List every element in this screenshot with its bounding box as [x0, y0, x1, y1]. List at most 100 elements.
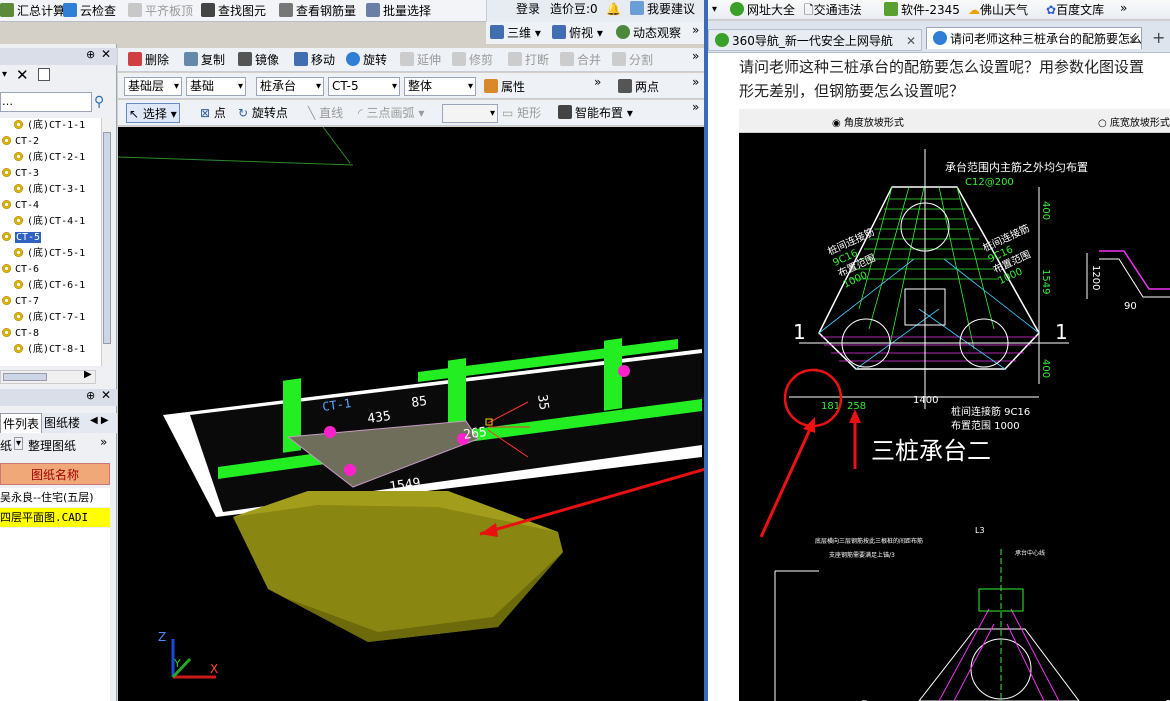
cad-image: ◉ 角度放坡形式 ○ 底宽放坡形式 承台范围内主筋之外均匀布置 C12@200	[739, 109, 1170, 701]
fav-item[interactable]: 网址大全	[730, 0, 795, 20]
login-link[interactable]: 登录	[516, 0, 540, 19]
smart-layout-button[interactable]: 智能布置 ▾	[558, 103, 633, 123]
bell-icon[interactable]: 🔔	[606, 0, 621, 19]
element-select[interactable]: CT-5	[328, 77, 400, 96]
tree-scroll-thumb[interactable]	[103, 132, 111, 344]
summary-icon	[0, 3, 14, 17]
merge-button[interactable]: 合并	[560, 50, 601, 70]
more-chevron-icon[interactable]: »	[692, 97, 699, 117]
more-icon[interactable]: »	[100, 435, 107, 449]
copy-icon[interactable]	[38, 68, 50, 81]
cloud-check-button[interactable]: 云检查	[63, 1, 116, 21]
fav-item[interactable]: ☁佛山天气	[968, 0, 1028, 20]
tree-item[interactable]: (底)CT-5-1	[0, 246, 110, 262]
batch-select-button[interactable]: 批量选择	[366, 1, 431, 21]
copy-button[interactable]: 复制	[184, 50, 225, 70]
arc-button[interactable]: ◜ 三点画弧 ▾	[358, 103, 424, 123]
tree-scrollbar[interactable]	[101, 118, 112, 366]
delete-icon[interactable]: ✕	[16, 66, 29, 84]
tree-item[interactable]: CT-8	[0, 326, 110, 342]
tab-drawing-floor[interactable]: 图纸楼	[42, 413, 82, 433]
tab-close-icon[interactable]: ✕	[1128, 33, 1138, 47]
more-chevron-icon[interactable]: »	[692, 20, 699, 40]
fav-item[interactable]: 软件-2345	[884, 0, 960, 20]
tree-search-input[interactable]: …	[0, 92, 92, 112]
panel-close-icon[interactable]: ✕	[101, 47, 111, 61]
rotate-point-button[interactable]: ↻ 旋转点	[238, 103, 288, 123]
tree-item[interactable]: (底)CT-2-1	[0, 150, 110, 166]
tab-element-list[interactable]: 件列表	[0, 413, 43, 433]
section-mark-right: 1	[1055, 320, 1068, 344]
paper-button[interactable]: 纸	[0, 437, 12, 454]
tab-close-icon[interactable]: ✕	[906, 34, 916, 48]
find-element-button[interactable]: 查找图元	[201, 1, 266, 21]
drawing-row[interactable]: 四层平面图.CADI	[0, 508, 110, 527]
panel-dropdown-icon[interactable]: ▾	[2, 69, 7, 80]
lower-note-2: 支座钢筋需要满足上锚/3	[829, 551, 895, 559]
dynamic-view-button[interactable]: 动态观察	[616, 23, 681, 43]
point-button[interactable]: ⊠ 点	[200, 103, 226, 123]
organize-drawings-button[interactable]: 整理图纸	[28, 437, 76, 454]
more-chevron-icon[interactable]: »	[594, 72, 601, 92]
tree-item[interactable]: (底)CT-1-1	[0, 118, 110, 134]
tree-item[interactable]: CT-4	[0, 198, 110, 214]
tree-item[interactable]: (底)CT-4-1	[0, 214, 110, 230]
three-d-dropdown[interactable]: 三维 ▾	[490, 23, 541, 43]
line-button[interactable]: ╲ 直线	[308, 103, 343, 123]
3d-viewport[interactable]: CT-1 435 85 265 1549 35 Z Y X	[118, 127, 704, 701]
panel-pin-icon[interactable]: ⊕	[86, 48, 95, 61]
tab-scroll-icon[interactable]: ◀ ▶	[90, 415, 109, 426]
scope-select[interactable]: 整体	[404, 77, 476, 96]
tab-360[interactable]: 360导航_新一代安全上网导航	[708, 29, 922, 51]
price-bean-label: 造价豆:0	[550, 2, 598, 16]
rect-button[interactable]: ▭ 矩形	[502, 103, 541, 123]
arc-option-select[interactable]	[442, 104, 498, 123]
tree-hscrollbar[interactable]	[0, 370, 96, 384]
drawing-row[interactable]: 吴永良--住宅(五层)	[0, 488, 110, 507]
tree-item[interactable]: CT-5	[0, 230, 110, 246]
search-icon[interactable]: ⚲	[94, 94, 104, 110]
type-select[interactable]: 桩承台	[256, 77, 324, 96]
category-select[interactable]: 基础	[186, 77, 246, 96]
more-chevron-icon[interactable]: »	[692, 46, 699, 66]
more-chevron-icon[interactable]: »	[1120, 0, 1127, 18]
two-points-button[interactable]: 两点	[618, 77, 659, 97]
favorites-dropdown-icon[interactable]: ▾	[712, 0, 717, 20]
flat-top-button[interactable]: 平齐板顶	[128, 1, 193, 21]
trim-button[interactable]: 修剪	[452, 50, 493, 70]
tree-item[interactable]: CT-7	[0, 294, 110, 310]
component-icon	[2, 232, 11, 241]
scroll-right-icon[interactable]: ▶	[84, 369, 92, 380]
tree-item[interactable]: CT-2	[0, 134, 110, 150]
fav-item[interactable]: ✿百度文库	[1046, 0, 1104, 20]
delete-button[interactable]: 删除	[128, 50, 169, 70]
properties-button[interactable]: 属性	[484, 77, 525, 97]
mirror-button[interactable]: 镜像	[238, 50, 279, 70]
view-rebar-button[interactable]: 查看钢筋量	[279, 1, 356, 21]
tree-hscroll-thumb[interactable]	[3, 373, 47, 381]
summary-button[interactable]: 汇总计算	[0, 1, 65, 21]
tree-item[interactable]: (底)CT-8-1	[0, 342, 110, 358]
paper-dropdown-icon[interactable]: ▾	[14, 437, 24, 450]
suggest-button[interactable]: 我要建议	[630, 0, 695, 19]
tab-question[interactable]: 请问老师这种三桩承台的配筋要怎么设置呢?	[926, 27, 1142, 49]
tree-item[interactable]: (底)CT-6-1	[0, 278, 110, 294]
fav-item[interactable]: 🗋交通违法	[804, 0, 862, 20]
layer-select[interactable]: 基础层	[124, 77, 182, 96]
bottom-panel-pin-icon[interactable]: ⊕	[86, 389, 95, 402]
rotate-button[interactable]: 旋转	[346, 50, 387, 70]
break-button[interactable]: 打断	[508, 50, 549, 70]
extend-button[interactable]: 延伸	[400, 50, 441, 70]
tree-item[interactable]: CT-3	[0, 166, 110, 182]
tree-item[interactable]: (底)CT-3-1	[0, 182, 110, 198]
top-view-dropdown[interactable]: 俯视 ▾	[552, 23, 603, 43]
move-button[interactable]: 移动	[294, 50, 335, 70]
bottom-panel-close-icon[interactable]: ✕	[101, 388, 111, 402]
tree-item[interactable]: (底)CT-7-1	[0, 310, 110, 326]
component-icon	[2, 200, 11, 209]
select-button[interactable]: ↖ 选择 ▾	[126, 103, 180, 123]
new-tab-icon[interactable]: +	[1152, 28, 1165, 47]
split-button[interactable]: 分割	[612, 50, 653, 70]
more-chevron-icon[interactable]: »	[692, 72, 699, 92]
tree-item[interactable]: CT-6	[0, 262, 110, 278]
